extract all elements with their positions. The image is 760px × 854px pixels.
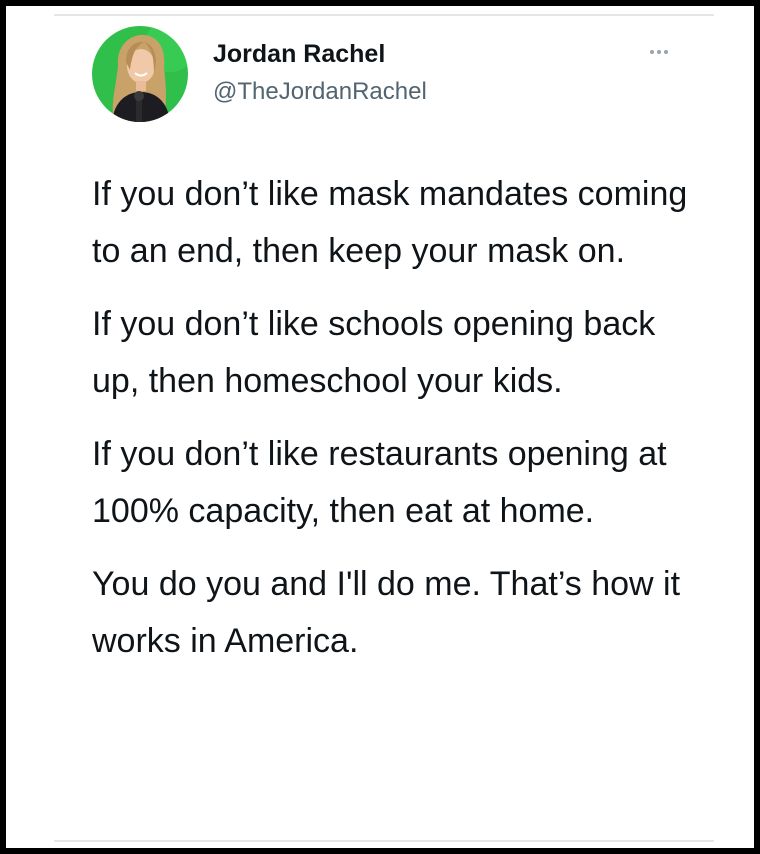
tweet-paragraph: If you don’t like mask mandates coming t… — [92, 175, 688, 270]
tweet-paragraph: If you don’t like schools opening back u… — [92, 305, 656, 400]
author-handle[interactable]: @TheJordanRachel — [213, 78, 427, 106]
tweet-paragraph: You do you and I'll do me. That’s how it… — [92, 565, 681, 660]
tweet-paragraph: If you don’t like restaurants opening at… — [92, 435, 667, 530]
author-display-name[interactable]: Jordan Rachel — [213, 40, 385, 69]
tweet-text: If you don’t like mask mandates coming t… — [92, 166, 692, 686]
more-options-icon-dot — [657, 50, 661, 54]
profile-photo-icon — [92, 26, 188, 122]
more-options-icon-dot — [650, 50, 654, 54]
tweet-screenshot-frame: Jordan Rachel @TheJordanRachel If you do… — [6, 6, 754, 848]
bottom-divider — [54, 840, 714, 842]
top-divider — [54, 14, 714, 16]
more-options-button[interactable] — [641, 40, 677, 64]
avatar[interactable] — [92, 26, 188, 122]
more-options-icon-dot — [664, 50, 668, 54]
